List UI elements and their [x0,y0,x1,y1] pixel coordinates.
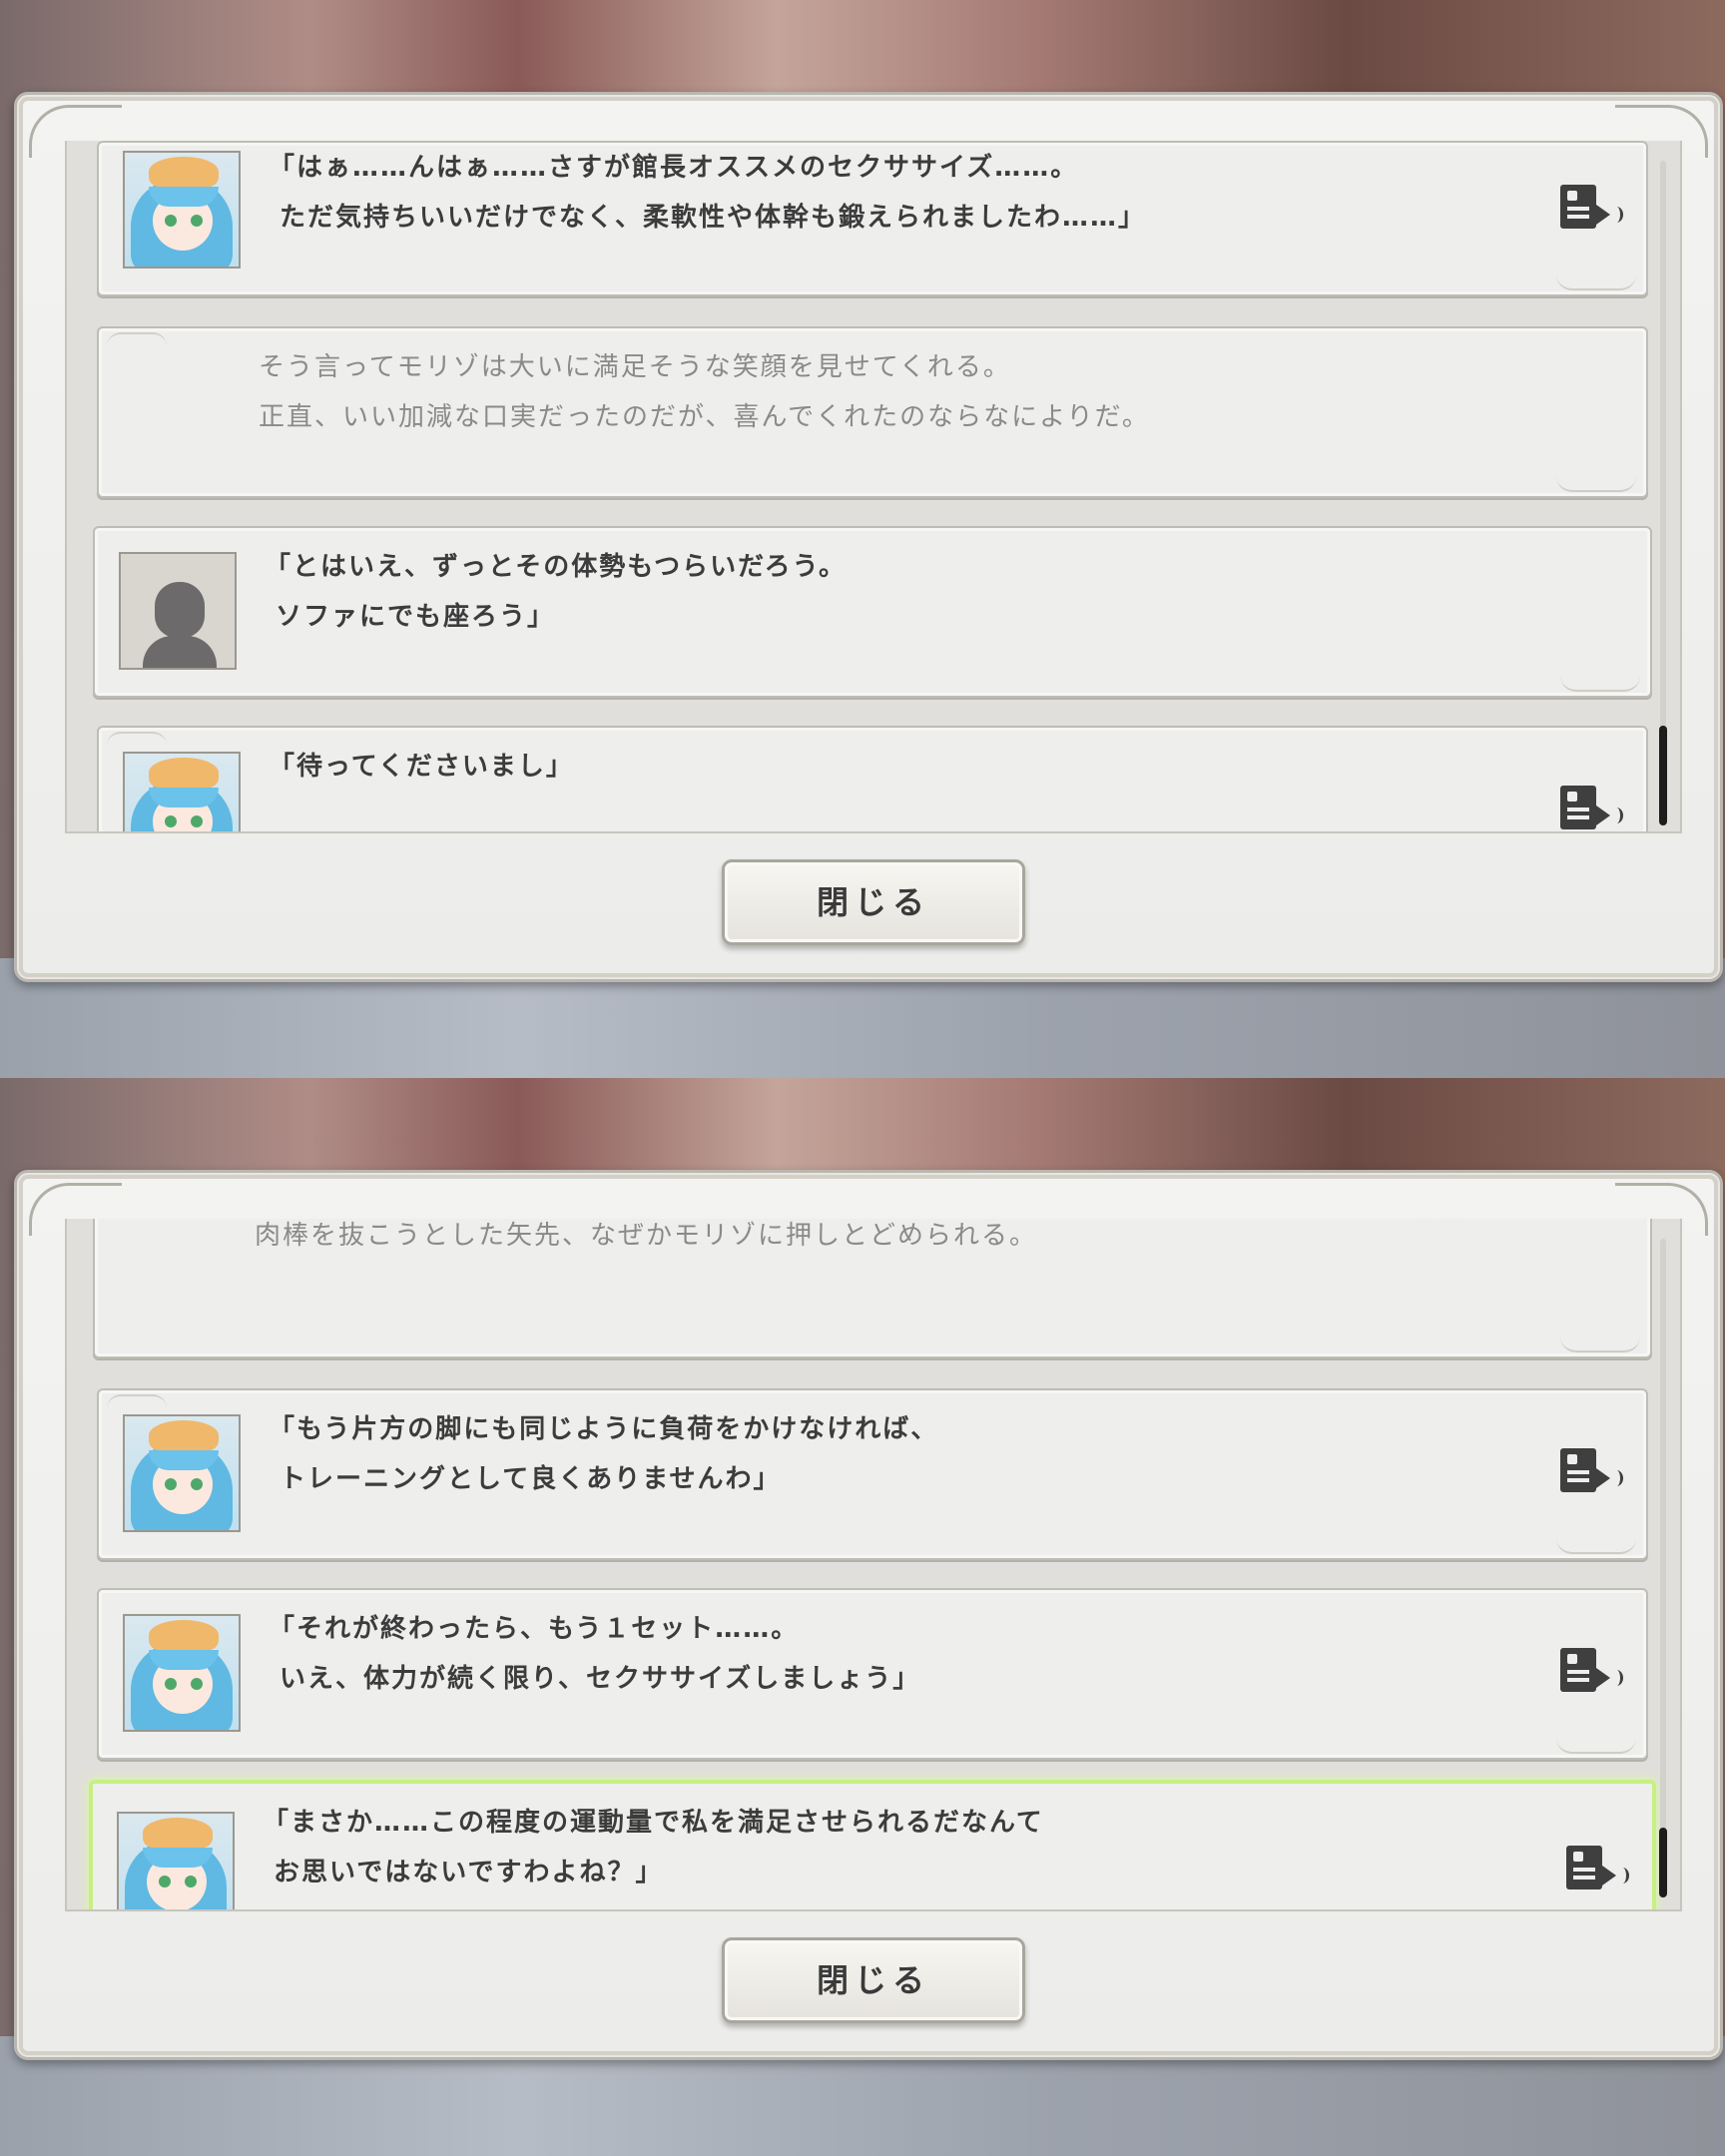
close-button[interactable]: 閉じる [722,859,1025,945]
dialogue-text: 「もう片方の脚にも同じように負荷をかけなければ、 トレーニングとして良くありませ… [269,1414,939,1494]
backlog-screen-1: 「はぁ……んはぁ……さすが館長オススメのセクササイズ……。 ただ気持ちいいだけで… [0,0,1725,1078]
log-entry: 「それが終わったら、もう１セット……。 いえ、体力が続く限り、セクササイズしまし… [97,1588,1648,1760]
voice-replay-icon[interactable] [1560,1448,1623,1498]
scroll-thumb[interactable] [1659,726,1667,825]
speaker-portrait-girl [123,1614,241,1732]
voice-replay-icon[interactable] [1560,185,1623,235]
backlog-dialog: 「はぁ……んはぁ……さすが館長オススメのセクササイズ……。 ただ気持ちいいだけで… [14,92,1723,982]
scrollbar[interactable] [1659,161,1667,825]
dialogue-text: 「はぁ……んはぁ……さすが館長オススメのセクササイズ……。 ただ気持ちいいだけで… [269,153,1147,233]
dialogue-text: 「それが終わったら、もう１セット……。 いえ、体力が続く限り、セクササイズしまし… [269,1614,921,1694]
log-entry: 「はぁ……んはぁ……さすが館長オススメのセクササイズ……。 ただ気持ちいいだけで… [97,141,1648,296]
scroll-thumb[interactable] [1659,1828,1667,1897]
log-entry: 「待ってくださいまし」 [97,726,1648,831]
narration-text: そう言ってモリゾは大いに満足そうな笑顔を見せてくれる。 正直、いい加減な口実だった… [259,352,1150,432]
log-entry: 肉棒を抜こうとした矢先、なぜかモリゾに押しとどめられる。 [93,1219,1652,1358]
log-entry: 「とはいえ、ずっとその体勢もつらいだろう。 ソファにでも座ろう」 [93,526,1652,698]
voice-replay-icon[interactable] [1566,1846,1629,1895]
voice-replay-icon[interactable] [1560,1648,1623,1698]
dialogue-text: 「とはいえ、ずっとその体勢もつらいだろう。 ソファにでも座ろう」 [265,552,848,632]
log-entry: 「もう片方の脚にも同じように負荷をかけなければ、 トレーニングとして良くありませ… [97,1388,1648,1560]
log-entry: そう言ってモリゾは大いに満足そうな笑顔を見せてくれる。 正直、いい加減な口実だった… [97,326,1648,498]
speaker-portrait-girl [123,1414,241,1532]
backlog-list[interactable]: 「はぁ……んはぁ……さすが館長オススメのセクササイズ……。 ただ気持ちいいだけで… [65,141,1682,833]
close-button[interactable]: 閉じる [722,1937,1025,2023]
dialogue-text: 「まさか……この程度の運動量で私を満足させられるだなんて お思いではないですわよ… [263,1808,1044,1887]
scrollbar[interactable] [1659,1239,1667,1897]
narration-text: 肉棒を抜こうとした矢先、なぜかモリゾに押しとどめられる。 [255,1221,1038,1251]
backlog-screen-2: 肉棒を抜こうとした矢先、なぜかモリゾに押しとどめられる。 「もう片方の脚にも同じ… [0,1078,1725,2156]
backlog-dialog: 肉棒を抜こうとした矢先、なぜかモリゾに押しとどめられる。 「もう片方の脚にも同じ… [14,1170,1723,2060]
log-entry-current: 「まさか……この程度の運動量で私を満足させられるだなんて お思いではないですわよ… [89,1780,1656,1909]
speaker-portrait-girl [117,1812,235,1909]
speaker-portrait-girl [123,752,241,831]
dialogue-text: 「待ってくださいまし」 [269,752,574,782]
backlog-list[interactable]: 肉棒を抜こうとした矢先、なぜかモリゾに押しとどめられる。 「もう片方の脚にも同じ… [65,1219,1682,1911]
speaker-portrait-girl [123,151,241,269]
speaker-portrait-hero [119,552,237,670]
voice-replay-icon[interactable] [1560,786,1623,831]
